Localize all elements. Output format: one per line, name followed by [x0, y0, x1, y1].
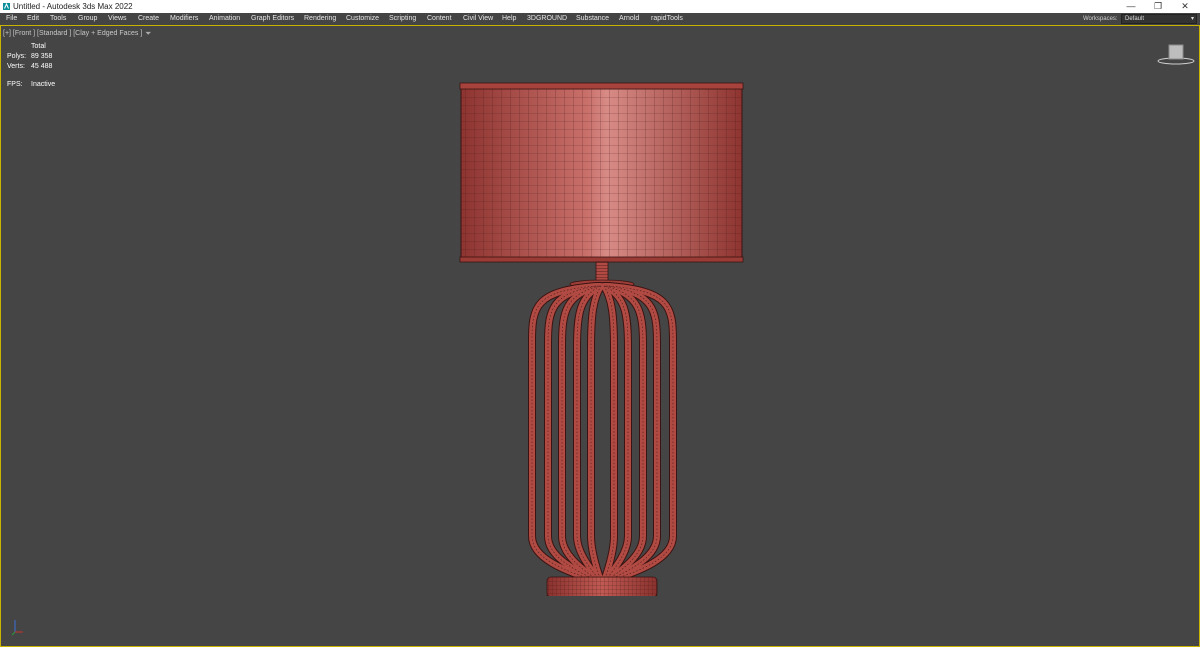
menu-rapidtools[interactable]: rapidTools [651, 13, 683, 25]
menu-animation[interactable]: Animation [209, 13, 240, 25]
menu-file[interactable]: File [6, 13, 17, 25]
menu-help[interactable]: Help [502, 13, 516, 25]
menu-views[interactable]: Views [108, 13, 127, 25]
menu-tools[interactable]: Tools [50, 13, 66, 25]
stats-header: Total [31, 43, 46, 50]
menu-rendering[interactable]: Rendering [304, 13, 336, 25]
menu-3dground[interactable]: 3DGROUND [527, 13, 567, 25]
fps-label: FPS: [7, 81, 23, 88]
funnel-icon[interactable]: ⏷ [145, 29, 151, 39]
menu-modifiers[interactable]: Modifiers [170, 13, 198, 25]
title-bar: Untitled - Autodesk 3ds Max 2022 — ❐ ✕ [0, 0, 1200, 13]
viewcube-icon[interactable] [1156, 44, 1196, 66]
menu-group[interactable]: Group [78, 13, 97, 25]
axis-tripod-icon [11, 620, 23, 636]
polys-value: 89 358 [31, 53, 53, 60]
verts-value: 45 488 [31, 63, 53, 70]
restore-button[interactable]: ❐ [1145, 0, 1171, 13]
menu-civil-view[interactable]: Civil View [463, 13, 493, 25]
menu-scripting[interactable]: Scripting [389, 13, 416, 25]
workspaces-label: Workspaces: [1083, 16, 1118, 22]
menu-content[interactable]: Content [427, 13, 452, 25]
verts-label: Verts: [7, 63, 25, 70]
table-lamp-model[interactable] [456, 81, 751, 596]
menu-bar: File Edit Tools Group Views Create Modifiers An… [0, 13, 1200, 25]
close-button[interactable]: ✕ [1172, 0, 1198, 13]
menu-edit[interactable]: Edit [27, 13, 39, 25]
chevron-down-icon: ▾ [1190, 16, 1194, 22]
menu-customize[interactable]: Customize [346, 13, 379, 25]
menu-substance[interactable]: Substance [576, 13, 609, 25]
menu-arnold[interactable]: Arnold [619, 13, 639, 25]
3ds-max-icon [3, 2, 10, 10]
viewport-front[interactable]: [+] [Front ] [Standard ] [Clay + Edged F… [0, 25, 1200, 647]
polys-label: Polys: [7, 53, 27, 60]
fps-value: Inactive [31, 81, 56, 88]
menu-create[interactable]: Create [138, 13, 159, 25]
menu-graph-editors[interactable]: Graph Editors [251, 13, 294, 25]
window-title: Untitled - Autodesk 3ds Max 2022 [13, 2, 133, 11]
workspace-select[interactable]: Default ▾ [1121, 14, 1197, 24]
workspace-value: Default [1125, 16, 1145, 22]
viewport-label[interactable]: [+] [Front ] [Standard ] [Clay + Edged F… [3, 30, 142, 37]
minimize-button[interactable]: — [1118, 0, 1144, 13]
lamp-cage [528, 282, 677, 585]
